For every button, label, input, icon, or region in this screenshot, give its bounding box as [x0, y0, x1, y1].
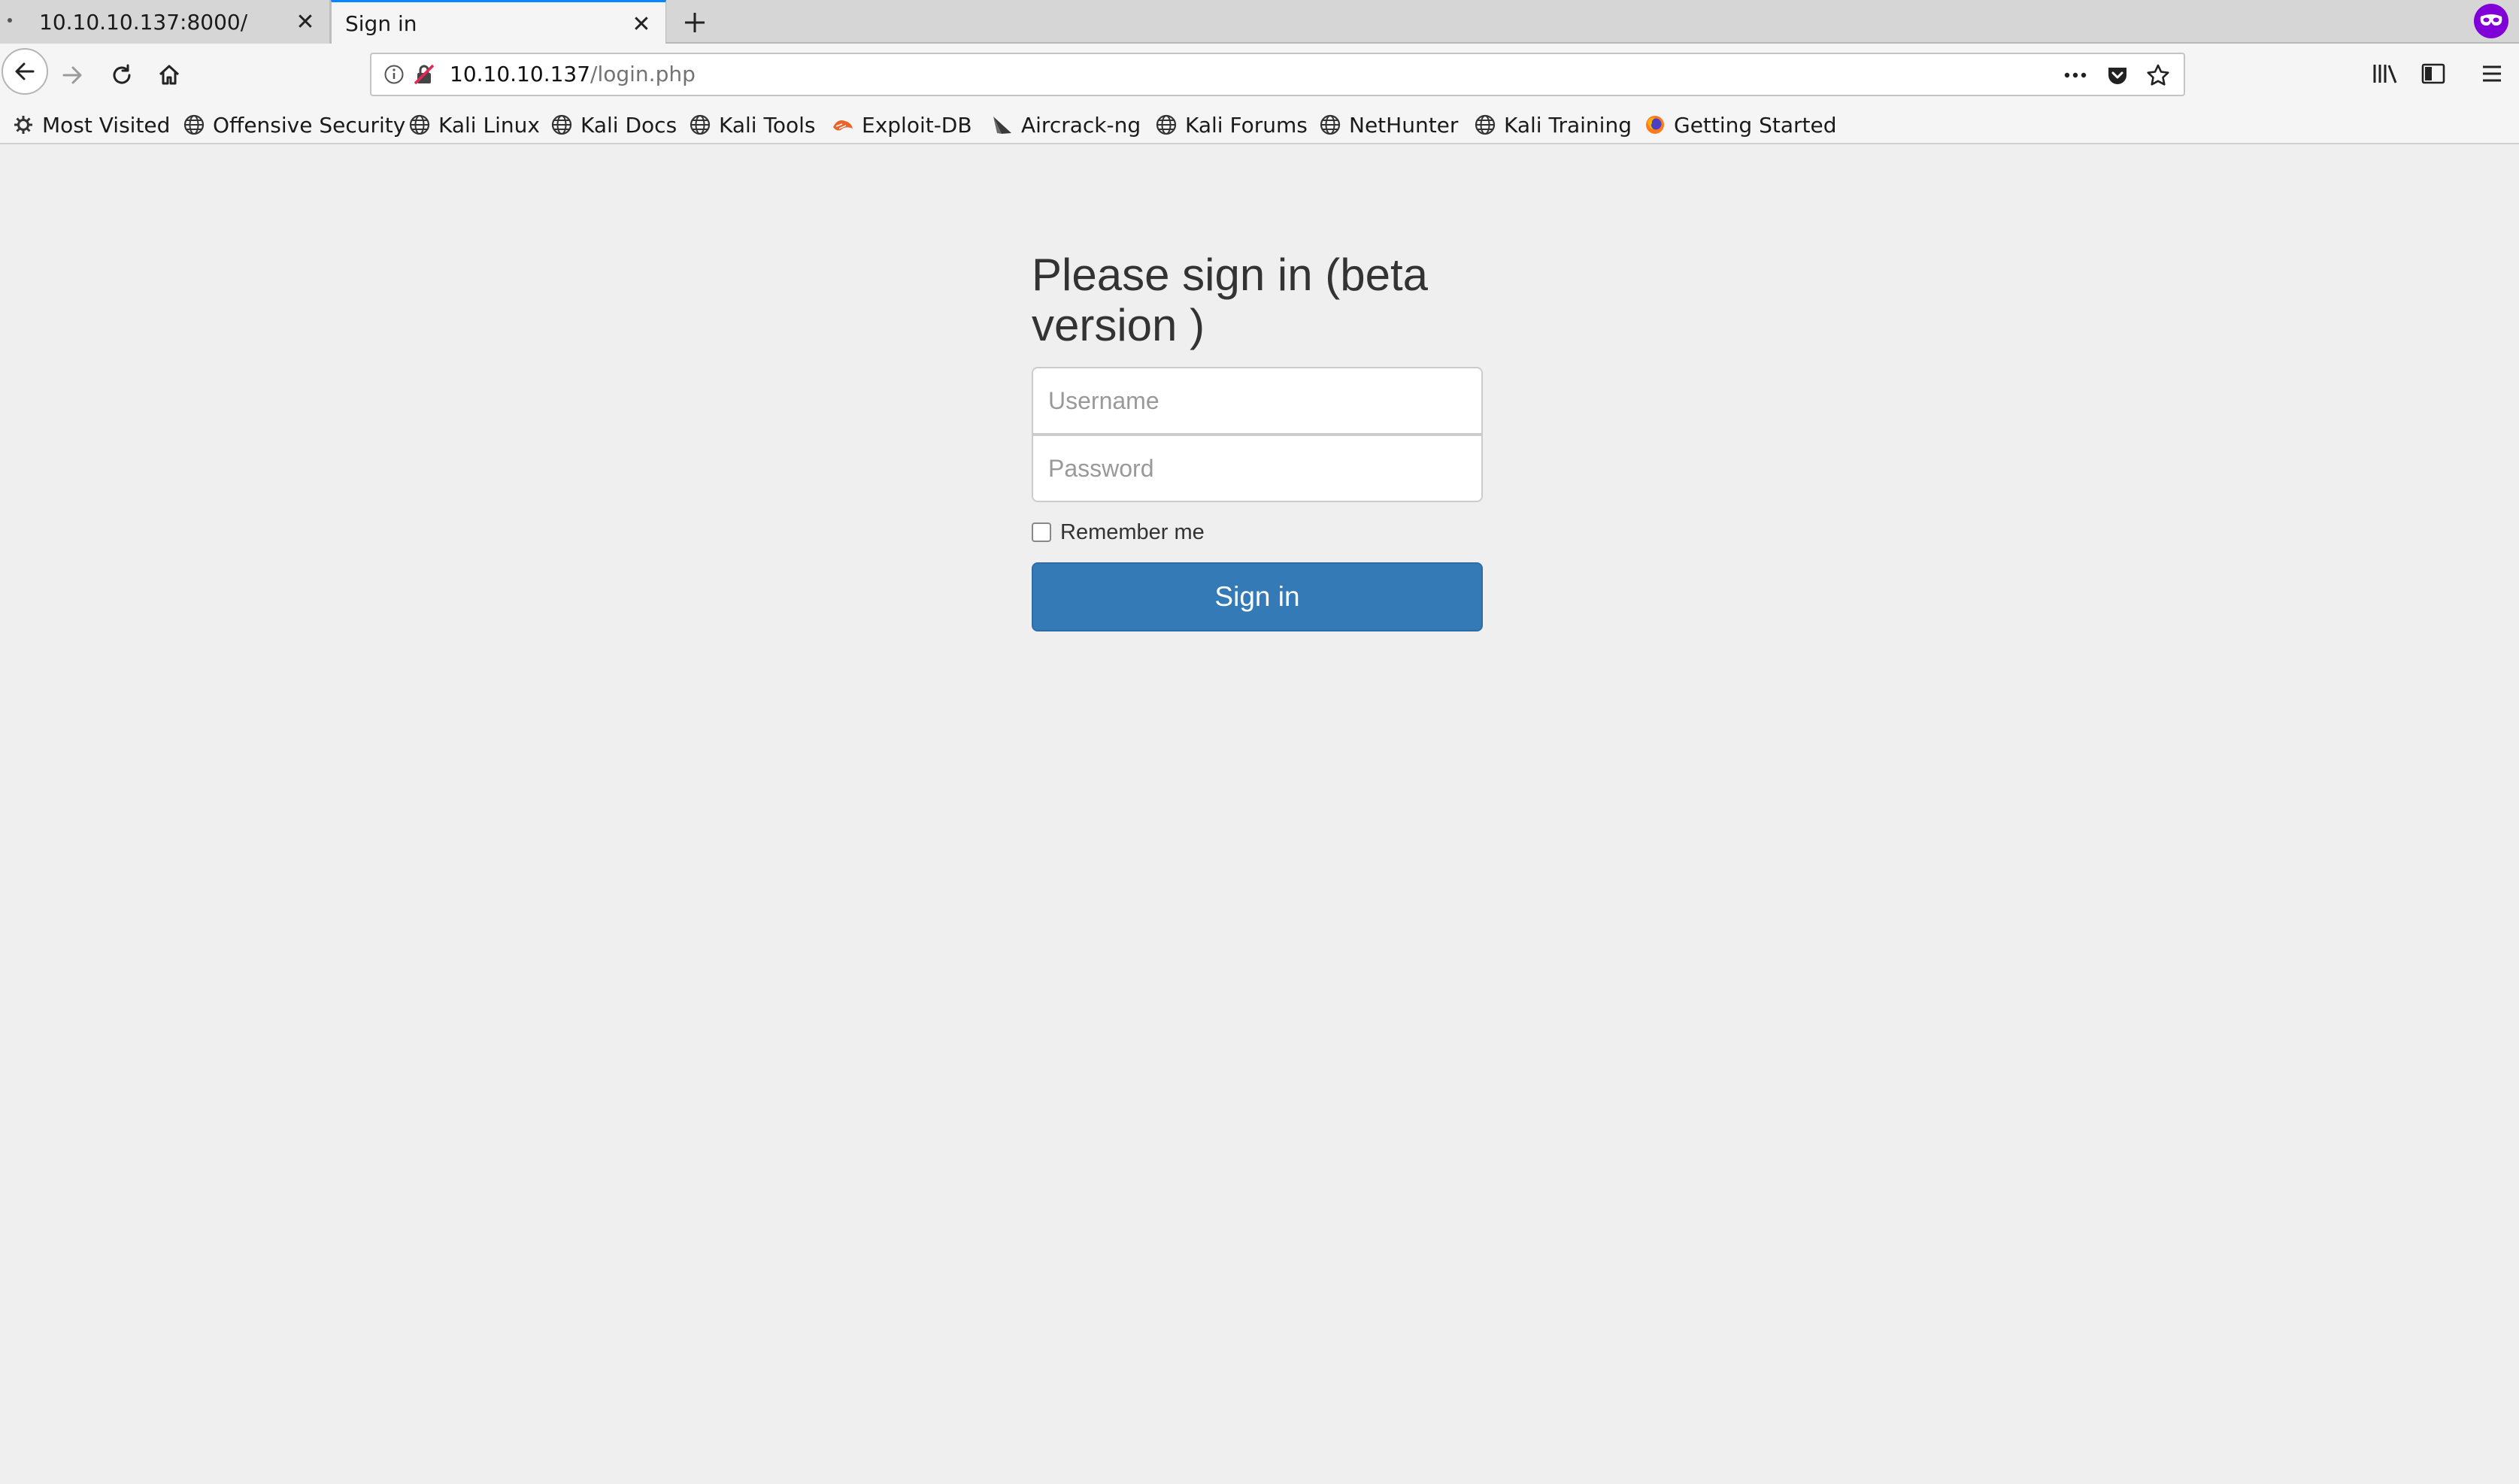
close-tab-icon[interactable]: ✕ [293, 9, 317, 35]
bookmark-exploit-db[interactable]: Exploit-DB [832, 107, 972, 143]
username-input[interactable] [1032, 367, 1483, 435]
back-arrow-icon [15, 62, 35, 80]
globe-icon [1155, 114, 1178, 136]
library-button[interactable] [2364, 53, 2406, 95]
bookmark-label: Kali Tools [719, 112, 816, 138]
hamburger-menu-icon [2483, 65, 2501, 82]
bookmark-label: Kali Linux [438, 112, 540, 138]
reload-button[interactable] [101, 54, 143, 96]
bookmark-label: Offensive Security [213, 112, 406, 138]
exploitdb-icon [832, 114, 854, 136]
bookmark-kali-docs[interactable]: Kali Docs [550, 107, 677, 143]
bookmark-getting-started[interactable]: Getting Started [1644, 107, 1836, 143]
bookmark-label: Getting Started [1674, 112, 1837, 138]
form-heading: Please sign in (beta version ) [1032, 250, 1428, 350]
bookmark-kali-tools[interactable]: Kali Tools [689, 107, 815, 143]
back-button[interactable] [2, 48, 48, 95]
page-actions-icon[interactable] [2060, 60, 2090, 90]
tab-strip: 10.10.10.137:8000/ ✕ Sign in ✕ [0, 0, 2519, 45]
signin-form: Please sign in (beta version ) Remember … [1032, 250, 1483, 631]
url-host: 10.10.10.137 [450, 62, 591, 86]
info-icon[interactable] [383, 64, 405, 85]
page-content: Please sign in (beta version ) Remember … [0, 144, 2519, 1484]
globe-icon [1319, 114, 1341, 136]
aircrack-icon [991, 114, 1014, 136]
forward-arrow-icon [62, 66, 82, 84]
bookmark-label: Aircrack-ng [1021, 112, 1141, 138]
url-path: /login.php [590, 62, 696, 86]
home-button[interactable] [148, 54, 190, 96]
bookmark-most-visited[interactable]: Most Visited [12, 107, 170, 143]
globe-icon [689, 114, 711, 136]
tab-title: Sign in [345, 11, 417, 36]
navigation-toolbar: 10.10.10.137/login.php [0, 44, 2519, 107]
bookmark-kali-forums[interactable]: Kali Forums [1155, 107, 1308, 143]
firefox-icon [1644, 114, 1666, 136]
password-input[interactable] [1032, 435, 1483, 502]
bookmark-label: Kali Training [1504, 112, 1632, 138]
bookmark-kali-training[interactable]: Kali Training [1474, 107, 1632, 143]
home-icon [159, 65, 180, 85]
bookmark-label: Kali Docs [580, 112, 677, 138]
globe-icon [183, 114, 205, 136]
new-tab-icon[interactable] [678, 6, 711, 39]
remember-me-row: Remember me [1032, 519, 1483, 546]
sidebar-icon [2421, 63, 2445, 84]
tab-sign-in[interactable]: Sign in ✕ [331, 0, 666, 45]
bookmark-label: Kali Forums [1185, 112, 1308, 138]
url-text[interactable]: 10.10.10.137/login.php [450, 54, 696, 95]
library-icon [2373, 65, 2397, 83]
url-bar[interactable]: 10.10.10.137/login.php [370, 53, 2185, 96]
bookmark-label: Most Visited [42, 112, 171, 138]
tab-audio-dot-icon [8, 18, 12, 23]
bookmark-offensive-security[interactable]: Offensive Security [183, 107, 405, 143]
sidebar-button[interactable] [2412, 53, 2454, 95]
globe-icon [1474, 114, 1496, 136]
bookmarks-toolbar: Most Visited Offensive Security Kali Lin… [0, 107, 2519, 144]
tab-port-8000[interactable]: 10.10.10.137:8000/ ✕ [0, 0, 331, 44]
insecure-lock-icon[interactable] [412, 62, 436, 86]
menu-button[interactable] [2471, 53, 2513, 95]
tab-title: 10.10.10.137:8000/ [39, 9, 248, 35]
gear-icon [12, 114, 35, 136]
globe-icon [550, 114, 573, 136]
reload-icon [113, 64, 131, 84]
pocket-icon[interactable] [2102, 60, 2133, 90]
private-browsing-icon [2474, 4, 2508, 38]
bookmark-star-icon[interactable] [2143, 60, 2173, 90]
close-tab-icon[interactable]: ✕ [629, 11, 653, 38]
sign-in-button[interactable]: Sign in [1032, 562, 1483, 631]
forward-button[interactable] [51, 54, 93, 96]
bookmark-nethunter[interactable]: NetHunter [1319, 107, 1458, 143]
bookmark-aircrack-ng[interactable]: Aircrack-ng [991, 107, 1141, 143]
remember-me-checkbox[interactable] [1032, 522, 1051, 542]
remember-me-label[interactable]: Remember me [1060, 520, 1205, 545]
globe-icon [408, 114, 431, 136]
bookmark-kali-linux[interactable]: Kali Linux [408, 107, 540, 143]
bookmark-label: Exploit-DB [862, 112, 972, 138]
bookmark-label: NetHunter [1349, 112, 1459, 138]
